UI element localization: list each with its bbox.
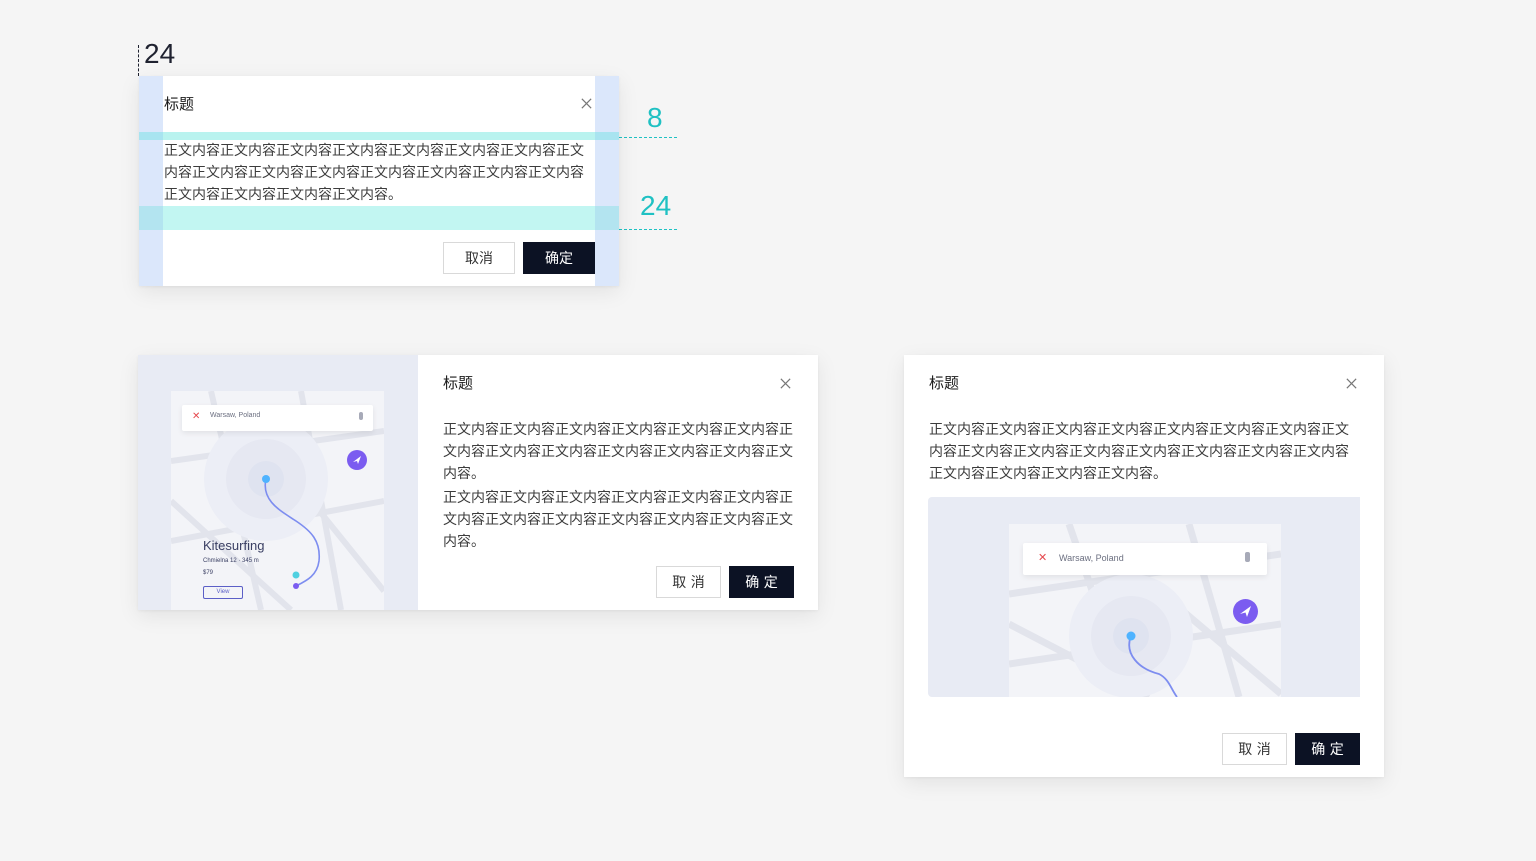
navigate-icon[interactable] [347,450,367,470]
modal-title: 标题 [443,374,474,392]
band-overlap [139,206,163,230]
cancel-button[interactable]: 取 消 [656,566,721,598]
title-gap-band [139,132,619,140]
left-padding-band [139,76,163,286]
modal-title: 标题 [164,95,195,113]
title-gap-label: 8 [647,102,663,133]
clear-icon[interactable]: ✕ [1038,551,1047,564]
footer-gap-guide [619,229,677,230]
band-overlap [139,132,163,140]
ok-button[interactable]: 确定 [523,242,595,274]
ok-button[interactable]: 确 定 [729,566,794,598]
place-address: Chmielna 12 · 345 m [203,558,259,564]
footer-gap-label: 24 [640,190,672,221]
phone-map: ✕ Warsaw, Poland [1009,524,1281,697]
modal-body: 正文内容正文内容正文内容正文内容正文内容正文内容正文内容正文内容正文内容正文内容… [164,143,584,203]
close-icon[interactable] [580,97,593,110]
phone-map: ✕ Warsaw, Poland Kitesurfing Chmielna 12… [171,391,384,610]
clear-icon[interactable]: ✕ [192,411,200,422]
map-search-card: ✕ Warsaw, Poland [182,405,373,431]
place-title: Kitesurfing [203,538,265,553]
title-gap-guide [619,137,677,138]
cancel-button[interactable]: 取 消 [1222,733,1287,765]
basic-modal: 标题 正文内容正文内容正文内容正文内容正文内容正文内容正文内容正文内容正文内容正… [139,76,619,286]
band-overlap [595,132,619,140]
modal-title: 标题 [929,374,960,392]
mic-icon[interactable] [1245,552,1250,562]
left-padding-guide [138,45,139,76]
top-illustration: ✕ Warsaw, Poland [928,497,1360,697]
right-padding-band [595,76,619,286]
close-icon[interactable] [779,377,792,390]
band-overlap [595,206,619,230]
close-icon[interactable] [1345,377,1358,390]
map-search-card: ✕ Warsaw, Poland [1023,543,1267,575]
cancel-button[interactable]: 取消 [443,242,515,274]
side-image-modal: ✕ Warsaw, Poland Kitesurfing Chmielna 12… [138,355,818,610]
side-illustration: ✕ Warsaw, Poland Kitesurfing Chmielna 12… [138,355,418,610]
ok-button[interactable]: 确 定 [1295,733,1360,765]
modal-body: 正文内容正文内容正文内容正文内容正文内容正文内容正文内容正文内容正文内容正文内容… [929,422,1349,482]
map-search-text: Warsaw, Poland [210,412,261,419]
place-price: $79 [203,570,214,576]
top-image-modal: 标题 正文内容正文内容正文内容正文内容正文内容正文内容正文内容正文内容正文内容正… [904,355,1384,777]
modal-body-paragraph: 正文内容正文内容正文内容正文内容正文内容正文内容正文内容正文内容正文内容正文内容… [443,422,793,482]
view-button[interactable]: View [203,586,243,599]
modal-body-paragraph: 正文内容正文内容正文内容正文内容正文内容正文内容正文内容正文内容正文内容正文内容… [443,490,793,550]
mic-icon[interactable] [359,412,363,420]
map-search-text: Warsaw, Poland [1059,553,1124,563]
footer-gap-band [139,206,619,230]
navigate-icon[interactable] [1233,599,1258,624]
left-padding-label: 24 [144,38,176,69]
